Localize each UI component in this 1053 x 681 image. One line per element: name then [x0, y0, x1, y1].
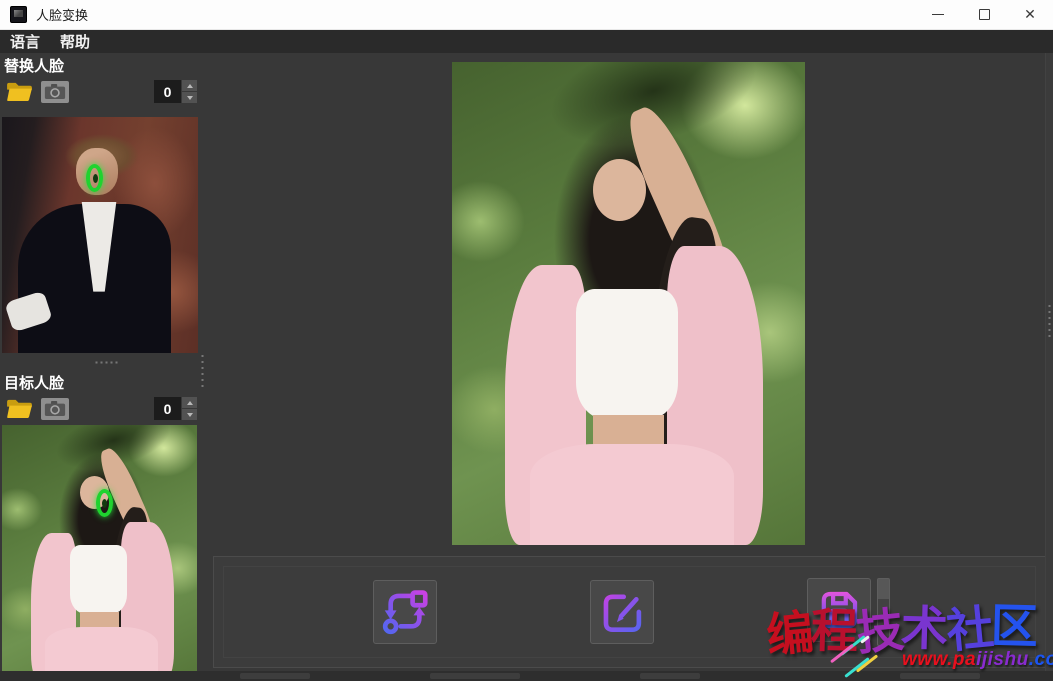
up-arrow-icon — [187, 401, 193, 405]
swap-faces-icon — [378, 585, 432, 639]
watermark-strokes — [826, 636, 886, 681]
up-arrow-icon — [187, 84, 193, 88]
result-photo-skirt — [530, 444, 735, 545]
folder-icon — [6, 81, 33, 102]
watermark-char: 区 — [990, 587, 1037, 657]
watermark-url-part: www.pa — [902, 649, 976, 670]
source-face-index-spinner[interactable]: 0 — [154, 80, 197, 103]
close-button[interactable]: ✕ — [1007, 0, 1053, 29]
maximize-button[interactable] — [961, 0, 1007, 29]
menubar: 语言 帮助 — [0, 30, 1053, 53]
splitter-handle-vertical[interactable] — [201, 353, 204, 387]
watermark-char: 编 — [763, 593, 814, 666]
spinner-down-button[interactable] — [182, 92, 197, 103]
window-title: 人脸变换 — [36, 5, 88, 24]
close-icon: ✕ — [1024, 6, 1036, 23]
source-camera-button[interactable] — [41, 81, 69, 103]
watermark-url: www.paijishu.com — [902, 649, 1053, 671]
window-titlebar: 人脸变换 ✕ — [0, 0, 1053, 30]
source-section-label: 替换人脸 — [4, 55, 64, 76]
result-image — [452, 62, 805, 545]
spinner-up-button[interactable] — [182, 80, 197, 91]
menu-item-language[interactable]: 语言 — [0, 30, 50, 53]
source-face-image[interactable] — [2, 117, 198, 353]
watermark-url-part: .com — [1029, 649, 1053, 670]
target-photo-top — [70, 545, 127, 614]
down-arrow-icon — [187, 96, 193, 100]
spinner-down-button[interactable] — [182, 409, 197, 420]
minimize-icon — [932, 14, 944, 15]
target-controls-row: 0 — [5, 397, 197, 420]
spinner-up-button[interactable] — [182, 397, 197, 408]
face-detection-marker — [96, 489, 113, 517]
maximize-icon — [979, 9, 990, 20]
camera-icon — [44, 83, 66, 100]
minimize-button[interactable] — [915, 0, 961, 29]
result-photo-top — [576, 289, 678, 419]
source-controls-row: 0 — [5, 80, 197, 103]
target-camera-button[interactable] — [41, 398, 69, 420]
down-arrow-icon — [187, 413, 193, 417]
open-source-file-button[interactable] — [5, 81, 33, 103]
edit-icon — [595, 585, 649, 639]
camera-icon — [44, 400, 66, 417]
result-photo-face — [593, 159, 646, 222]
bottom-edge — [0, 671, 1053, 681]
target-face-image[interactable] — [2, 425, 197, 681]
folder-icon — [6, 398, 33, 419]
swap-faces-button[interactable] — [373, 580, 437, 644]
menu-item-help[interactable]: 帮助 — [50, 30, 100, 53]
splitter-handle-horizontal[interactable] — [94, 361, 120, 364]
app-icon — [10, 6, 27, 23]
edit-button[interactable] — [590, 580, 654, 644]
open-target-file-button[interactable] — [5, 398, 33, 420]
watermark-url-part: ijishu — [976, 649, 1029, 670]
spinner-value[interactable]: 0 — [154, 397, 181, 420]
target-section-label: 目标人脸 — [4, 372, 64, 393]
spinner-value[interactable]: 0 — [154, 80, 181, 103]
target-face-index-spinner[interactable]: 0 — [154, 397, 197, 420]
splitter-dots — [1048, 303, 1051, 337]
